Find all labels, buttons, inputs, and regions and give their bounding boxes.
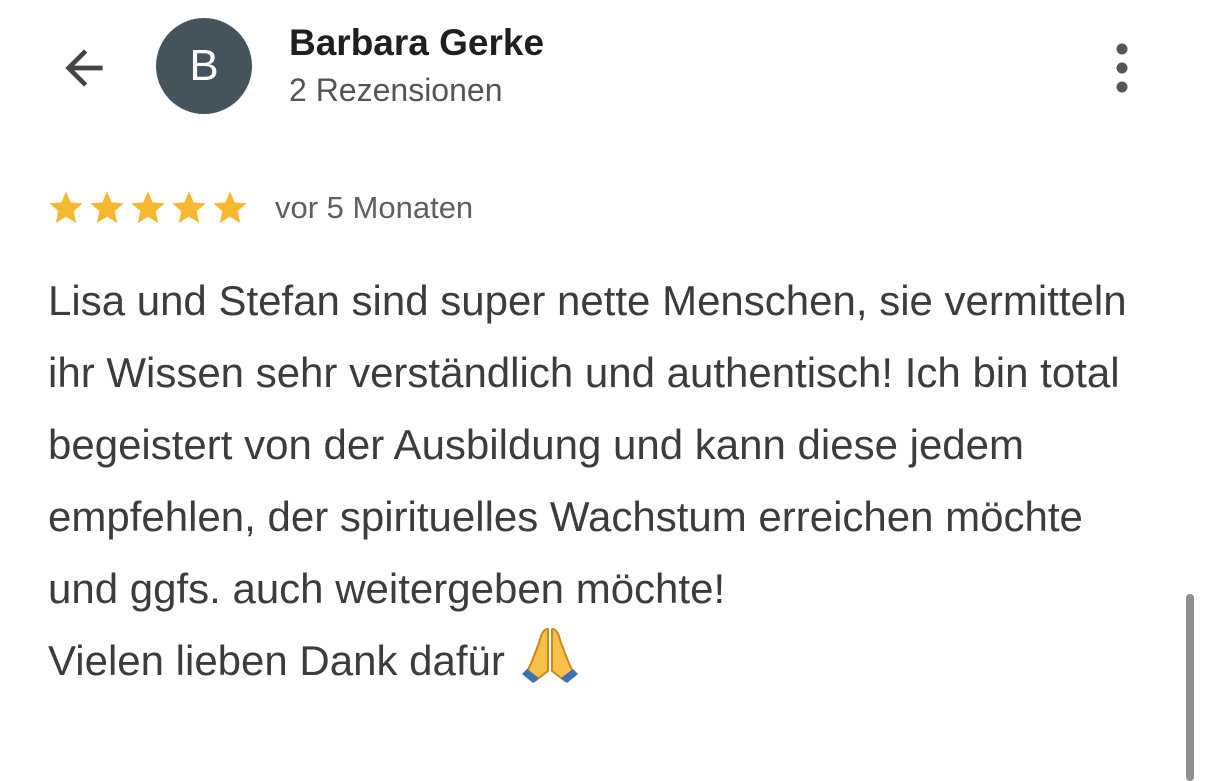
- review-date: vor 5 Monaten: [275, 190, 474, 225]
- star-icon: [172, 191, 206, 223]
- scrollbar[interactable]: [1186, 594, 1194, 781]
- avatar[interactable]: B: [156, 18, 252, 114]
- star-icon: [131, 191, 165, 223]
- author-name[interactable]: Barbara Gerke: [289, 20, 544, 66]
- star-icon: [49, 191, 83, 223]
- review-detail-screen: B Barbara Gerke 2 Rezensionen vor 5 Mona…: [0, 0, 1206, 781]
- rating-row: vor 5 Monaten: [46, 186, 473, 230]
- folded-hands-emoji-icon: [519, 625, 581, 683]
- more-vertical-icon: [1116, 43, 1128, 93]
- review-count: 2 Rezensionen: [289, 72, 503, 108]
- review-text: Lisa und Stefan sind super nette Mensche…: [48, 265, 1158, 697]
- arrow-left-icon: [65, 49, 103, 87]
- star-icon: [90, 191, 124, 223]
- back-button[interactable]: [52, 36, 116, 100]
- star-icon: [213, 191, 247, 223]
- star-rating: [46, 188, 251, 228]
- review-closing-line: Vielen lieben Dank dafür: [48, 625, 1158, 697]
- avatar-initial: B: [189, 41, 219, 90]
- review-closing-text: Vielen lieben Dank dafür: [48, 637, 505, 684]
- more-options-button[interactable]: [1098, 36, 1146, 100]
- review-paragraph: Lisa und Stefan sind super nette Mensche…: [48, 277, 1127, 612]
